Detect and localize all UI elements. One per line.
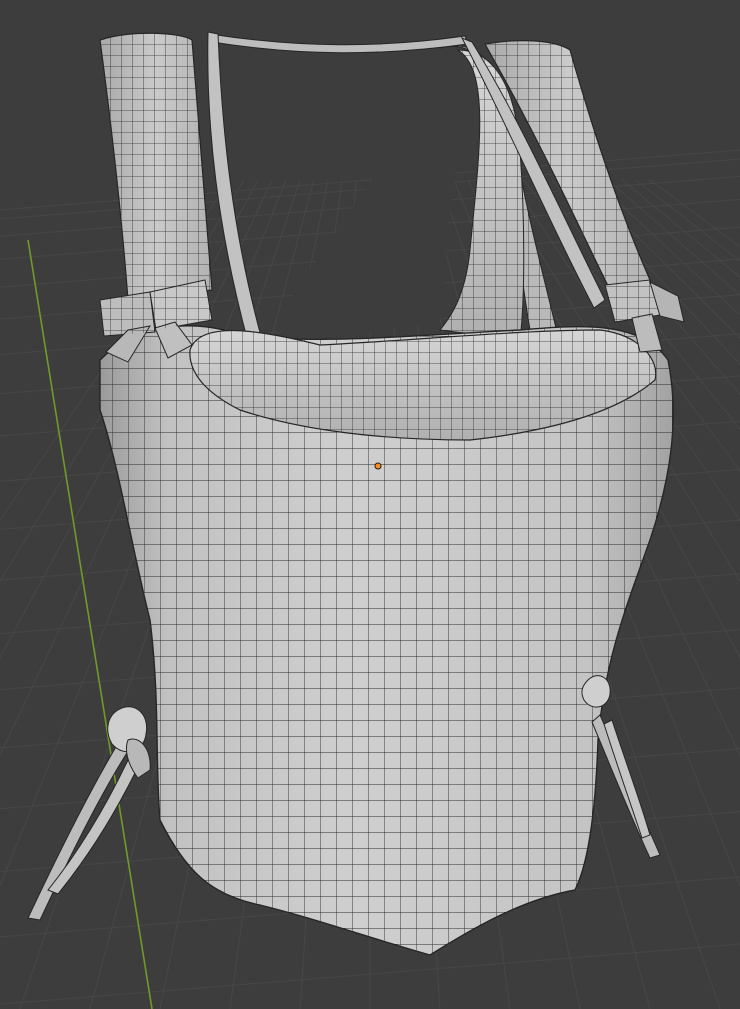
3d-viewport[interactable] bbox=[0, 0, 740, 1009]
back-panel bbox=[280, 60, 460, 345]
object-origin-dot[interactable] bbox=[374, 462, 382, 470]
corset-mesh[interactable] bbox=[27, 31, 685, 956]
viewport-canvas[interactable] bbox=[0, 0, 740, 1009]
top-thin-strap bbox=[209, 33, 469, 54]
